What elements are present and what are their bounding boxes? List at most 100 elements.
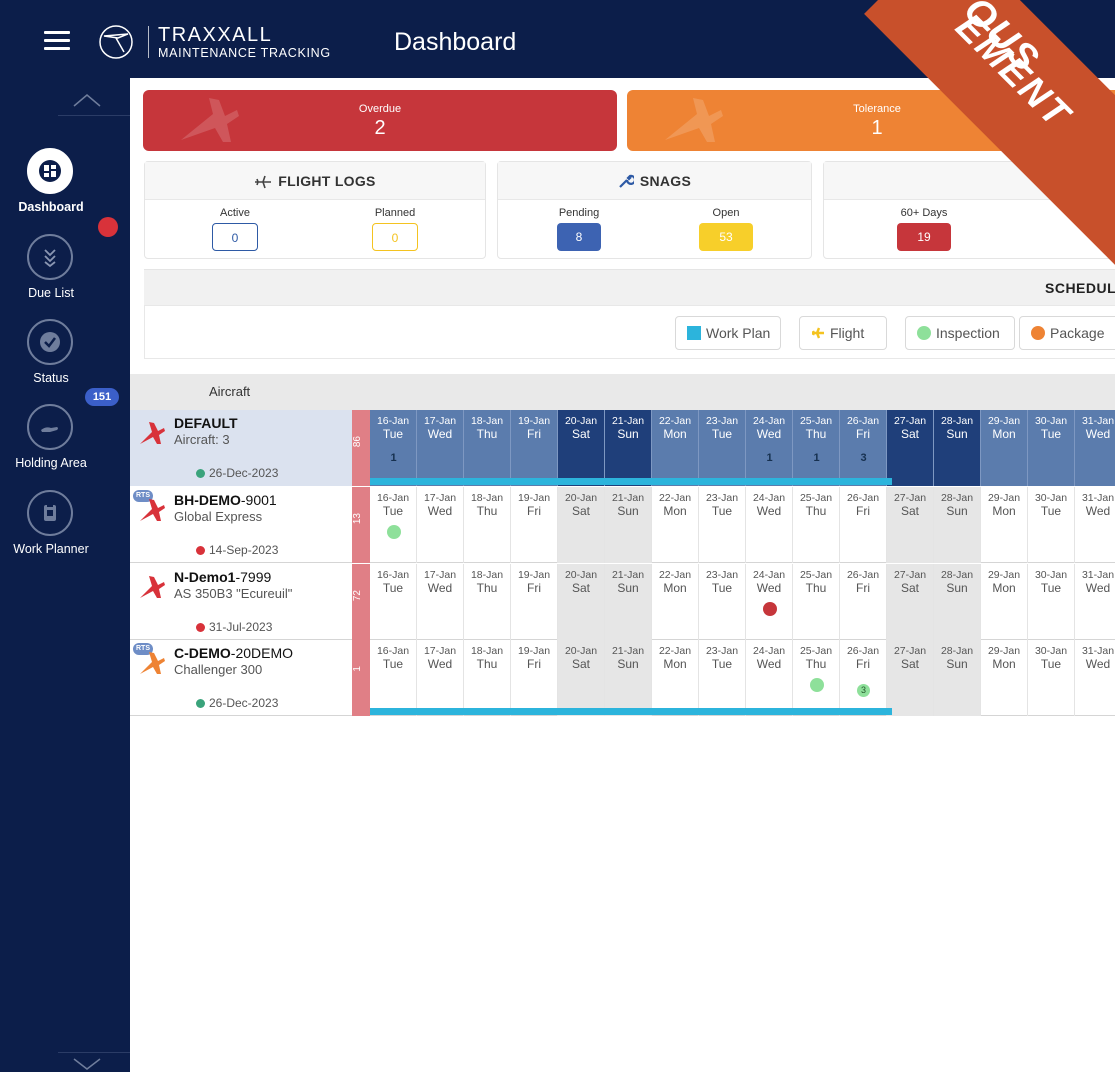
day-cell[interactable]: 27-Jan Sat xyxy=(887,487,934,563)
event-marker[interactable] xyxy=(810,678,824,692)
sidebar-scroll-up-button[interactable] xyxy=(58,86,130,116)
day-cell[interactable]: 30-Jan Tue xyxy=(1028,487,1075,563)
day-cell[interactable]: 29-Jan Mon xyxy=(981,487,1028,563)
day-cell[interactable]: 24-Jan Wed xyxy=(746,640,793,716)
day-cell[interactable]: 20-Jan Sat xyxy=(558,410,605,486)
day-cell[interactable]: 25-Jan Thu 1 xyxy=(793,410,840,486)
day-date: 30-Jan xyxy=(1034,415,1068,427)
sidebar-item-status[interactable]: Status xyxy=(0,319,106,399)
day-cell[interactable]: 18-Jan Thu xyxy=(464,410,511,486)
day-cell[interactable]: 16-Jan Tue 1 xyxy=(370,410,417,486)
day-cell[interactable]: 31-Jan Wed xyxy=(1075,640,1115,716)
flight-logs-active[interactable]: Active 0 xyxy=(185,207,285,251)
day-cell[interactable]: 31-Jan Wed xyxy=(1075,410,1115,486)
day-cell[interactable]: 18-Jan Thu xyxy=(464,487,511,563)
day-cell[interactable]: 22-Jan Mon xyxy=(652,410,699,486)
day-cell[interactable]: 31-Jan Wed xyxy=(1075,487,1115,563)
day-cell[interactable]: 27-Jan Sat xyxy=(887,640,934,716)
day-cell[interactable]: 24-Jan Wed xyxy=(746,487,793,563)
day-cell[interactable]: 29-Jan Mon xyxy=(981,410,1028,486)
aircraft-info[interactable]: N-Demo1-7999 AS 350B3 "Ecureuil" 31-Jul-20… xyxy=(130,564,352,640)
day-cell[interactable]: 16-Jan Tue xyxy=(370,640,417,716)
overdue-count: 2 xyxy=(374,117,386,139)
event-marker[interactable] xyxy=(387,525,401,539)
day-cell[interactable]: 30-Jan Tue xyxy=(1028,564,1075,640)
day-cell[interactable]: 28-Jan Sun xyxy=(934,410,981,486)
day-cell[interactable]: 17-Jan Wed xyxy=(417,410,464,486)
day-cell[interactable]: 19-Jan Fri xyxy=(511,564,558,640)
day-cell[interactable]: 17-Jan Wed xyxy=(417,487,464,563)
tolerance-alert-card[interactable]: Tolerance 1 xyxy=(627,90,1115,151)
aircraft-row[interactable]: RTS BH-DEMO-9001 Global Express 14-Sep-2023… xyxy=(130,487,1115,563)
inspection-count-badge[interactable]: 3 xyxy=(857,684,870,697)
day-cell[interactable]: 31-Jan Wed xyxy=(1075,564,1115,640)
sidebar-item-due-list[interactable]: Due List xyxy=(0,234,106,314)
day-cell[interactable]: 16-Jan Tue xyxy=(370,564,417,640)
day-cell[interactable]: 26-Jan Fri 3 xyxy=(840,410,887,486)
sidebar-scroll-down-button[interactable] xyxy=(58,1052,130,1072)
day-cell[interactable]: 30-Jan Tue xyxy=(1028,410,1075,486)
day-cell[interactable]: 20-Jan Sat xyxy=(558,564,605,640)
day-cell[interactable]: 23-Jan Tue xyxy=(699,487,746,563)
day-cell[interactable]: 28-Jan Sun xyxy=(934,640,981,716)
day-cell[interactable]: 17-Jan Wed xyxy=(417,640,464,716)
day-cell[interactable]: 22-Jan Mon xyxy=(652,487,699,563)
legend-package[interactable]: Package xyxy=(1019,316,1115,350)
day-cell[interactable]: 18-Jan Thu xyxy=(464,640,511,716)
day-cell[interactable]: 20-Jan Sat xyxy=(558,487,605,563)
day-cell[interactable]: 23-Jan Tue xyxy=(699,564,746,640)
flight-logs-planned[interactable]: Planned 0 xyxy=(345,207,445,251)
expiry-60-days[interactable]: 60+ Days 19 xyxy=(874,207,974,251)
day-cell[interactable]: 23-Jan Tue xyxy=(699,410,746,486)
snags-open[interactable]: Open 53 xyxy=(676,207,776,251)
work-plan-bar[interactable] xyxy=(370,478,892,485)
day-cell[interactable]: 16-Jan Tue xyxy=(370,487,417,563)
legend-inspection[interactable]: Inspection xyxy=(905,316,1015,350)
snags-pending[interactable]: Pending 8 xyxy=(529,207,629,251)
day-cell[interactable]: 22-Jan Mon xyxy=(652,640,699,716)
day-cell[interactable]: 19-Jan Fri xyxy=(511,487,558,563)
day-cell[interactable]: 25-Jan Thu xyxy=(793,487,840,563)
work-plan-bar[interactable] xyxy=(370,708,892,715)
day-cell[interactable]: 26-Jan Fri 3 xyxy=(840,640,887,716)
sidebar-item-work-planner[interactable]: Work Planner xyxy=(0,490,106,570)
day-cell[interactable]: 25-Jan Thu xyxy=(793,640,840,716)
hamburger-menu-icon[interactable] xyxy=(44,31,70,51)
day-cell[interactable]: 19-Jan Fri xyxy=(511,410,558,486)
day-cell[interactable]: 30-Jan Tue xyxy=(1028,640,1075,716)
legend-label: Package xyxy=(1050,325,1105,341)
day-cell[interactable]: 24-Jan Wed 1 xyxy=(746,410,793,486)
day-cell[interactable]: 24-Jan Wed xyxy=(746,564,793,640)
event-marker[interactable] xyxy=(763,602,777,616)
aircraft-row[interactable]: N-Demo1-7999 AS 350B3 "Ecureuil" 31-Jul-20… xyxy=(130,564,1115,640)
day-cell[interactable]: 18-Jan Thu xyxy=(464,564,511,640)
day-cell[interactable]: 22-Jan Mon xyxy=(652,564,699,640)
day-cell[interactable]: 26-Jan Fri xyxy=(840,487,887,563)
aircraft-info[interactable]: DEFAULT Aircraft: 3 26-Dec-2023 xyxy=(130,410,352,486)
sidebar-item-holding-area[interactable]: Holding Area xyxy=(0,404,106,484)
legend-work-plan[interactable]: Work Plan xyxy=(675,316,781,350)
aircraft-info[interactable]: RTS BH-DEMO-9001 Global Express 14-Sep-2023 xyxy=(130,487,352,563)
aircraft-info[interactable]: RTS C-DEMO-20DEMO Challenger 300 26-Dec-202… xyxy=(130,640,352,716)
day-cell[interactable]: 29-Jan Mon xyxy=(981,640,1028,716)
aircraft-row[interactable]: RTS C-DEMO-20DEMO Challenger 300 26-Dec-202… xyxy=(130,640,1115,716)
day-cell[interactable]: 19-Jan Fri xyxy=(511,640,558,716)
day-cell[interactable]: 23-Jan Tue xyxy=(699,640,746,716)
overdue-alert-card[interactable]: Overdue 2 xyxy=(143,90,617,151)
day-cell[interactable]: 21-Jan Sun xyxy=(605,487,652,563)
day-cell[interactable]: 20-Jan Sat xyxy=(558,640,605,716)
legend-flight[interactable]: Flight xyxy=(799,316,887,350)
day-cell[interactable]: 21-Jan Sun xyxy=(605,640,652,716)
day-cell[interactable]: 17-Jan Wed xyxy=(417,564,464,640)
day-cell[interactable]: 27-Jan Sat xyxy=(887,410,934,486)
day-cell[interactable]: 28-Jan Sun xyxy=(934,487,981,563)
aircraft-row[interactable]: DEFAULT Aircraft: 3 26-Dec-2023 86 16-Jan Tue… xyxy=(130,410,1115,486)
sidebar-item-dashboard[interactable]: Dashboard xyxy=(0,148,106,228)
day-cell[interactable]: 28-Jan Sun xyxy=(934,564,981,640)
day-cell[interactable]: 29-Jan Mon xyxy=(981,564,1028,640)
day-cell[interactable]: 21-Jan Sun xyxy=(605,564,652,640)
day-cell[interactable]: 25-Jan Thu xyxy=(793,564,840,640)
day-cell[interactable]: 26-Jan Fri xyxy=(840,564,887,640)
day-cell[interactable]: 21-Jan Sun xyxy=(605,410,652,486)
day-cell[interactable]: 27-Jan Sat xyxy=(887,564,934,640)
